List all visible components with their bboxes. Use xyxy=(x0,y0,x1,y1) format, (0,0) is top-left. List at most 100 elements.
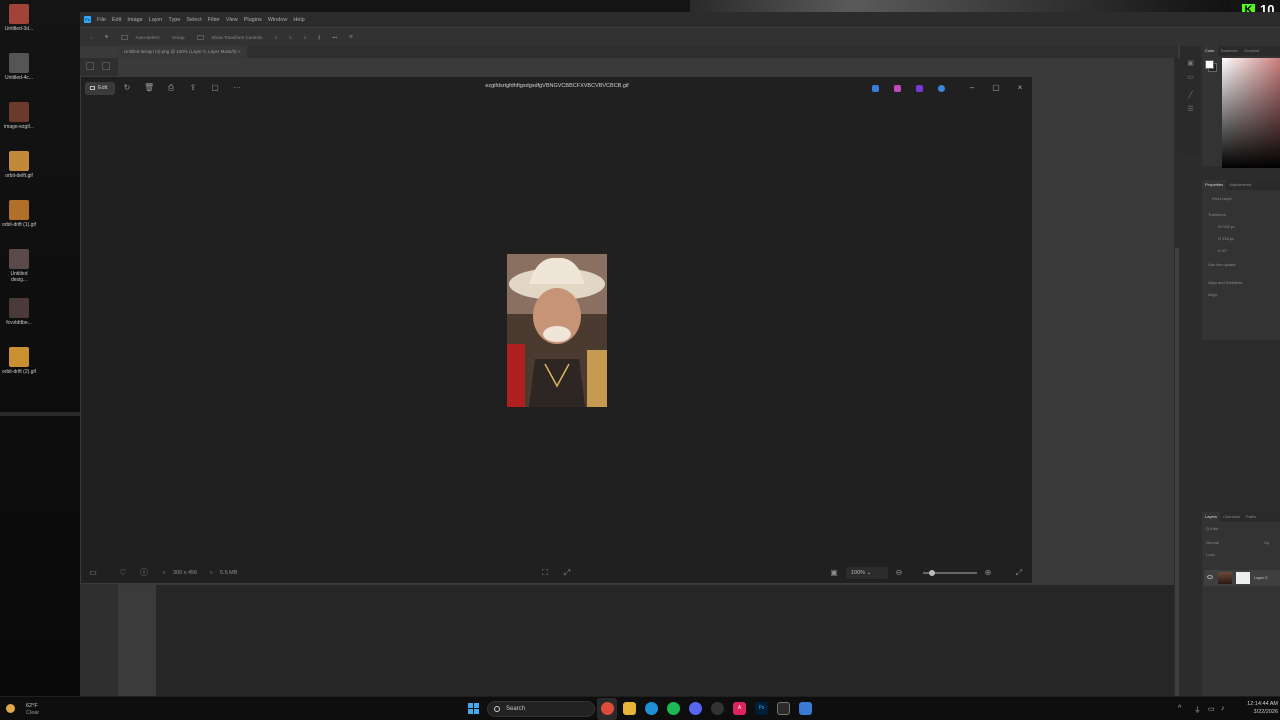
onedrive-icon[interactable] xyxy=(938,85,945,92)
menu-layer[interactable]: Layer xyxy=(149,17,163,23)
use-live-update-checkbox[interactable]: Use live update xyxy=(1208,262,1236,267)
microphone-icon[interactable]: ⏚ xyxy=(1194,705,1201,715)
align-left-icon[interactable]: ≡ xyxy=(274,35,277,40)
spotify-icon[interactable] xyxy=(667,702,680,715)
tab-paths[interactable]: Paths xyxy=(1243,512,1259,522)
zoom-slider[interactable] xyxy=(923,570,977,576)
settings-gear-icon[interactable]: ⚙ xyxy=(349,34,353,40)
angle-field[interactable]: 0.00° xyxy=(1218,248,1227,253)
comments-icon[interactable]: ▭ xyxy=(1186,74,1195,82)
distribute-icon[interactable]: ⫼ xyxy=(318,35,320,40)
filmstrip-icon[interactable]: ▭ xyxy=(88,568,98,578)
copilot-icon[interactable] xyxy=(916,85,923,92)
taskbar-search[interactable]: Search xyxy=(487,701,595,717)
actual-size-icon[interactable]: ⤢ xyxy=(562,568,572,578)
blend-mode-dropdown[interactable]: Normal xyxy=(1206,540,1219,545)
menu-file[interactable]: File xyxy=(97,17,106,23)
tab-gradient[interactable]: Gradient xyxy=(1241,46,1262,56)
network-icon[interactable]: ▭ xyxy=(1208,705,1215,713)
close-tab-icon[interactable]: × xyxy=(238,49,241,54)
color-picker-field[interactable] xyxy=(1222,58,1280,168)
zoom-slider-handle[interactable] xyxy=(929,570,935,576)
brush-icon[interactable]: ╱ xyxy=(1186,92,1195,100)
menu-type[interactable]: Type xyxy=(168,17,180,23)
volume-icon[interactable]: ♪ xyxy=(1221,705,1225,712)
tab-layers[interactable]: Layers xyxy=(1202,512,1221,522)
marquee-tool-icon[interactable] xyxy=(102,62,110,70)
menu-image[interactable]: Image xyxy=(127,17,142,23)
fit-to-window-icon[interactable]: ⛶ xyxy=(540,568,550,578)
menu-edit[interactable]: Edit xyxy=(112,17,121,23)
desktop-icon[interactable]: image-ezgif... xyxy=(2,102,36,130)
maximize-icon[interactable]: ▢ xyxy=(990,82,1002,94)
favorite-heart-icon[interactable]: ♡ xyxy=(118,568,128,578)
height-field[interactable]: H 128 px xyxy=(1218,236,1234,241)
file-explorer-icon[interactable] xyxy=(623,702,636,715)
slideshow-icon[interactable]: ▢ xyxy=(210,83,220,93)
print-icon[interactable]: ⎙ xyxy=(166,83,176,93)
edit-button[interactable]: Edit xyxy=(85,82,115,95)
tab-properties[interactable]: Properties xyxy=(1202,180,1227,190)
home-icon[interactable]: ⌂ xyxy=(90,35,93,40)
tray-overflow-icon[interactable]: ^ xyxy=(1178,705,1181,712)
rotate-icon[interactable]: ↻ xyxy=(122,83,132,93)
photos-icon[interactable] xyxy=(799,702,812,715)
menu-filter[interactable]: Filter xyxy=(208,17,220,23)
scrollbar-thumb[interactable] xyxy=(1175,248,1179,698)
tab-adjustments[interactable]: Adjustments xyxy=(1226,180,1254,190)
layer-mask-thumbnail[interactable] xyxy=(1236,572,1250,584)
windows-start-icon[interactable] xyxy=(468,703,479,714)
visibility-eye-icon[interactable] xyxy=(1207,575,1213,579)
adjust-icon[interactable]: ☰ xyxy=(1186,106,1195,114)
desktop-icon[interactable]: orbit-drift (1).gif xyxy=(2,200,36,228)
taskbar-clock[interactable]: 12:14:44 AM 3/22/2026 xyxy=(1232,700,1278,716)
weather-widget[interactable]: 62°F Clear xyxy=(4,701,64,717)
photoshop-logo-icon[interactable]: Ps xyxy=(84,16,91,23)
designer-icon[interactable] xyxy=(894,85,901,92)
show-transform-checkbox[interactable] xyxy=(196,34,204,40)
discord-icon[interactable] xyxy=(689,702,702,715)
layer-target-dropdown[interactable]: Group xyxy=(172,35,185,40)
desktop-icon[interactable]: orbit-delft.gif xyxy=(2,151,36,179)
desktop-icon[interactable]: fcvvbfdbe... xyxy=(2,298,36,326)
photoshop-taskbar-icon[interactable]: Ps xyxy=(755,702,768,715)
layer-name[interactable]: Layer 0 xyxy=(1254,575,1267,580)
move-tool-icon[interactable]: ✥ xyxy=(105,34,109,40)
edge-icon[interactable] xyxy=(645,702,658,715)
foreground-color-swatch[interactable] xyxy=(1205,60,1214,69)
libraries-icon[interactable]: ▣ xyxy=(1186,60,1195,68)
zoom-in-icon[interactable]: ⊕ xyxy=(983,568,993,578)
app-a-icon[interactable]: A xyxy=(733,702,746,715)
auto-select-checkbox[interactable] xyxy=(120,34,128,40)
desktop-icon[interactable]: Untitled-4c... xyxy=(2,53,36,81)
menu-help[interactable]: Help xyxy=(293,17,304,23)
menu-window[interactable]: Window xyxy=(268,17,288,23)
width-value[interactable]: 128 px xyxy=(1223,224,1235,229)
layer-filter-kind[interactable]: Q Kind xyxy=(1206,526,1218,531)
more-options-icon[interactable]: ••• xyxy=(332,35,337,40)
move-tool-icon[interactable] xyxy=(86,62,94,70)
share-icon[interactable]: ⇪ xyxy=(188,83,198,93)
fit-icon[interactable]: ▣ xyxy=(829,568,839,578)
menu-view[interactable]: View xyxy=(226,17,238,23)
tab-swatches[interactable]: Swatches xyxy=(1218,46,1241,56)
info-icon[interactable]: ⓘ xyxy=(139,568,149,578)
document-tab[interactable]: Untitled design (4).png @ 100% (Layer 0,… xyxy=(118,46,247,58)
delete-icon[interactable]: 🗑 xyxy=(144,83,154,93)
tab-channels[interactable]: Channels xyxy=(1220,512,1243,522)
desktop-icon[interactable]: Untitled-3d... xyxy=(2,4,36,32)
width-field[interactable]: W 128 px xyxy=(1218,224,1235,229)
layer-row[interactable]: Layer 0 xyxy=(1204,570,1280,586)
desktop-icon[interactable]: Untitled desig... xyxy=(2,249,36,283)
minimize-icon[interactable]: – xyxy=(966,82,978,94)
zoom-out-icon[interactable]: ⊖ xyxy=(894,568,904,578)
close-icon[interactable]: × xyxy=(1014,82,1026,94)
desktop-icon[interactable]: orbit-drift (2).gif xyxy=(2,347,36,375)
menu-select[interactable]: Select xyxy=(186,17,201,23)
ps-canvas[interactable] xyxy=(118,585,156,696)
fullscreen-icon[interactable]: ⤢ xyxy=(1014,568,1024,578)
tab-color[interactable]: Color xyxy=(1202,46,1218,56)
zoom-dropdown[interactable]: 100% ⌄ xyxy=(846,567,888,579)
chrome-icon[interactable] xyxy=(601,702,614,715)
align-right-icon[interactable]: ≡ xyxy=(304,35,307,40)
